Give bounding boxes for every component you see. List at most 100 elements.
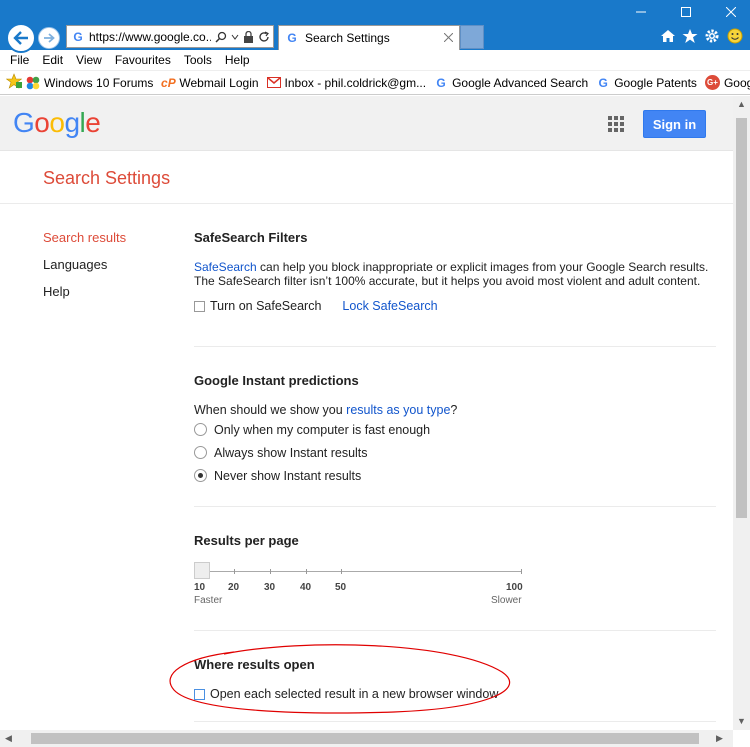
fav-google-patents[interactable]: G Google Patents xyxy=(596,76,697,90)
slider-tick xyxy=(270,569,271,574)
fav-label: Google Patents xyxy=(614,75,697,90)
menu-view[interactable]: View xyxy=(76,53,102,67)
page-title: Search Settings xyxy=(43,168,171,188)
fav-google-advanced-search[interactable]: G Google Advanced Search xyxy=(434,76,588,90)
safesearch-description: SafeSearch can help you block inappropri… xyxy=(194,260,716,288)
slider-tick xyxy=(521,569,522,574)
tick-label-10: 10 xyxy=(194,582,206,593)
tab-title: Search Settings xyxy=(305,31,390,45)
menu-favourites[interactable]: Favourites xyxy=(115,53,171,67)
slider-tick xyxy=(341,569,342,574)
refresh-icon[interactable] xyxy=(258,30,270,43)
results-per-page-slider[interactable]: 10 20 30 40 50 100 Faster Slower xyxy=(194,562,524,606)
lock-safesearch-link[interactable]: Lock SafeSearch xyxy=(342,299,437,313)
new-tab-button[interactable] xyxy=(460,25,484,49)
annotation-ellipse xyxy=(169,644,511,714)
windows-flag-icon xyxy=(26,76,40,90)
apps-grid-icon[interactable] xyxy=(608,116,624,132)
fav-google-plus[interactable]: G+ Google+ xyxy=(704,75,750,90)
safesearch-checkbox-label[interactable]: Turn on SafeSearch xyxy=(210,299,321,313)
slower-label: Slower xyxy=(491,595,522,606)
radio-button[interactable] xyxy=(194,446,207,459)
slider-thumb[interactable] xyxy=(194,562,210,579)
google-g-icon: G xyxy=(73,29,83,44)
gear-icon[interactable] xyxy=(702,26,722,46)
sidebar-item-search-results[interactable]: Search results xyxy=(43,230,126,257)
scroll-left-arrow-icon[interactable]: ◀ xyxy=(5,733,12,744)
instant-option-label: Never show Instant results xyxy=(214,468,362,483)
results-per-page-title: Results per page xyxy=(194,533,299,548)
instant-option-label: Only when my computer is fast enough xyxy=(214,422,431,437)
instant-option-label: Always show Instant results xyxy=(214,445,368,460)
add-favourite-star-icon[interactable] xyxy=(5,73,23,92)
radio-button[interactable] xyxy=(194,469,207,482)
safesearch-link[interactable]: SafeSearch xyxy=(194,260,257,274)
favorites-star-icon[interactable] xyxy=(680,26,700,46)
google-logo[interactable]: Google xyxy=(13,107,101,139)
maximize-icon[interactable] xyxy=(676,4,696,20)
title-band: Search Settings xyxy=(0,152,733,204)
scroll-right-arrow-icon[interactable]: ▶ xyxy=(716,733,723,744)
fav-windows-10-forums[interactable]: Windows 10 Forums xyxy=(26,76,153,90)
browser-title-bar: G https://www.google.co... G Search Sett… xyxy=(0,0,750,53)
menu-tools[interactable]: Tools xyxy=(184,53,212,67)
tick-label-100: 100 xyxy=(506,582,523,593)
favourites-bar: Windows 10 Forums cP Webmail Login Inbox… xyxy=(0,71,750,95)
safesearch-row: Turn on SafeSearch Lock SafeSearch xyxy=(194,299,716,313)
smiley-feedback-icon[interactable] xyxy=(725,26,745,46)
google-header: Google Sign in xyxy=(0,96,733,151)
slider-tick xyxy=(306,569,307,574)
address-url[interactable]: https://www.google.co... xyxy=(89,30,211,44)
horizontal-scroll-thumb[interactable] xyxy=(31,733,699,744)
instant-question-suffix: ? xyxy=(450,403,458,417)
safesearch-checkbox[interactable] xyxy=(194,300,205,312)
menu-edit[interactable]: Edit xyxy=(42,53,63,67)
instant-question-prefix: When should we show you xyxy=(194,403,347,417)
vertical-scrollbar[interactable]: ▲ ▼ xyxy=(733,96,750,730)
sign-in-button[interactable]: Sign in xyxy=(643,110,706,138)
dropdown-arrow-icon[interactable] xyxy=(231,32,239,42)
results-per-page-section: Results per page xyxy=(194,533,716,548)
section-divider xyxy=(194,346,716,347)
gmail-icon xyxy=(266,76,281,90)
radio-button[interactable] xyxy=(194,423,207,436)
fav-inbox[interactable]: Inbox - phil.coldrick@gm... xyxy=(266,76,426,90)
google-g-icon: G xyxy=(287,31,297,45)
home-icon[interactable] xyxy=(658,26,678,46)
menu-file[interactable]: File xyxy=(10,53,29,67)
instant-option-fast[interactable]: Only when my computer is fast enough xyxy=(194,418,716,441)
tick-label-20: 20 xyxy=(228,582,240,593)
slider-tick xyxy=(234,569,235,574)
address-bar[interactable]: G https://www.google.co... xyxy=(66,25,274,48)
tab-search-settings[interactable]: G Search Settings xyxy=(278,25,460,50)
radio-selected-dot xyxy=(198,473,203,478)
scroll-down-arrow-icon[interactable]: ▼ xyxy=(737,716,746,726)
instant-option-always[interactable]: Always show Instant results xyxy=(194,441,716,464)
vertical-scroll-thumb[interactable] xyxy=(736,118,747,518)
fav-webmail-login[interactable]: cP Webmail Login xyxy=(161,75,259,90)
close-window-icon[interactable] xyxy=(721,4,741,20)
menu-help[interactable]: Help xyxy=(225,53,250,67)
instant-option-never[interactable]: Never show Instant results xyxy=(194,464,716,487)
sidebar-item-languages[interactable]: Languages xyxy=(43,257,126,284)
sidebar-item-help[interactable]: Help xyxy=(43,284,126,311)
results-as-you-type-link[interactable]: results as you type xyxy=(346,403,450,417)
safesearch-title: SafeSearch Filters xyxy=(194,230,308,245)
scroll-up-arrow-icon[interactable]: ▲ xyxy=(737,99,746,109)
search-icon[interactable] xyxy=(215,31,227,43)
forward-button[interactable] xyxy=(38,27,60,49)
tick-label-30: 30 xyxy=(264,582,276,593)
tick-label-50: 50 xyxy=(335,582,347,593)
cpanel-icon: cP xyxy=(161,75,176,90)
tick-label-40: 40 xyxy=(300,582,312,593)
settings-sidebar: Search results Languages Help xyxy=(43,230,126,311)
close-tab-icon[interactable] xyxy=(443,31,454,45)
back-button[interactable] xyxy=(6,23,36,53)
menu-bar: File Edit View Favourites Tools Help xyxy=(0,50,750,71)
instant-title: Google Instant predictions xyxy=(194,373,359,388)
safesearch-description-text: can help you block inappropriate or expl… xyxy=(194,260,709,288)
minimize-icon[interactable] xyxy=(631,4,651,20)
page-viewport: Google Sign in Search Settings Search re… xyxy=(0,96,733,730)
lock-icon[interactable] xyxy=(243,30,254,43)
horizontal-scrollbar[interactable]: ◀ ▶ xyxy=(0,730,733,747)
